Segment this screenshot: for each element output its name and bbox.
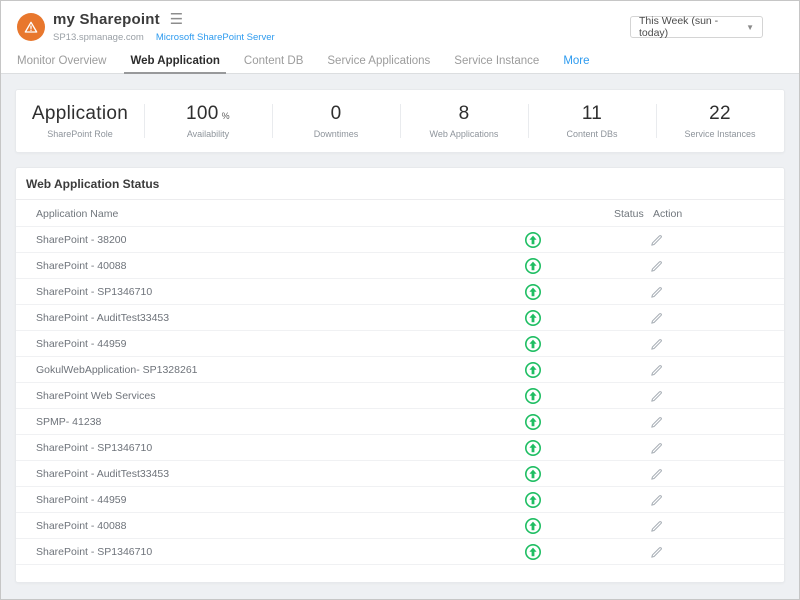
edit-pencil-icon[interactable] xyxy=(649,233,664,248)
status-up-icon xyxy=(525,466,541,482)
web-application-status-card: Web Application Status Application Name … xyxy=(15,167,785,583)
warning-triangle-icon xyxy=(23,19,39,35)
table-row: SharePoint - SP1346710 xyxy=(16,539,784,565)
status-up-icon xyxy=(525,440,541,456)
application-name: SharePoint - AuditTest33453 xyxy=(36,312,169,324)
status-up-icon xyxy=(525,414,541,430)
stat-value: 22 xyxy=(709,103,731,125)
table-row: SharePoint - 44959 xyxy=(16,487,784,513)
table-row: SharePoint - SP1346710 xyxy=(16,435,784,461)
monitor-title-block: my Sharepoint ☰ SP13.spmanage.com Micros… xyxy=(53,11,275,43)
edit-pencil-icon[interactable] xyxy=(649,519,664,534)
status-up-icon xyxy=(525,388,541,404)
edit-pencil-icon[interactable] xyxy=(649,545,664,560)
table-title: Web Application Status xyxy=(16,168,784,200)
stat-web-applications: 8 Web Applications xyxy=(400,90,528,152)
table-row: SharePoint Web Services xyxy=(16,383,784,409)
application-name: SharePoint - 40088 xyxy=(36,260,126,272)
status-up-icon xyxy=(525,492,541,508)
edit-pencil-icon[interactable] xyxy=(649,311,664,326)
application-name: SharePoint - SP1346710 xyxy=(36,546,152,558)
tab-web-application[interactable]: Web Application xyxy=(124,49,225,73)
stat-value: 11 xyxy=(582,103,602,125)
application-name: SPMP- 41238 xyxy=(36,416,101,428)
edit-pencil-icon[interactable] xyxy=(649,389,664,404)
table-row: SharePoint - 44959 xyxy=(16,331,784,357)
table-body: SharePoint - 38200 Share xyxy=(16,227,784,565)
tab-service-instance[interactable]: Service Instance xyxy=(448,49,545,73)
status-up-icon xyxy=(525,310,541,326)
status-up-icon xyxy=(525,284,541,300)
tab-content-db[interactable]: Content DB xyxy=(238,49,309,73)
table-header-row: Application Name Status Action xyxy=(16,200,784,227)
edit-pencil-icon[interactable] xyxy=(649,285,664,300)
edit-pencil-icon[interactable] xyxy=(649,363,664,378)
status-up-icon xyxy=(525,544,541,560)
monitor-type-link[interactable]: Microsoft SharePoint Server xyxy=(156,32,275,43)
period-selector-value: This Week (sun - today) xyxy=(639,15,746,39)
application-name: SharePoint - 40088 xyxy=(36,520,126,532)
chevron-down-icon: ▼ xyxy=(746,23,754,32)
edit-pencil-icon[interactable] xyxy=(649,493,664,508)
stat-label: Web Applications xyxy=(430,129,499,139)
summary-stats-card: Application SharePoint Role 100% Availab… xyxy=(15,89,785,153)
table-row: SPMP- 41238 xyxy=(16,409,784,435)
table-row: GokulWebApplication- SP1328261 xyxy=(16,357,784,383)
tab-bar: Monitor Overview Web Application Content… xyxy=(1,49,799,74)
status-up-icon xyxy=(525,258,541,274)
stat-sharepoint-role: Application SharePoint Role xyxy=(16,90,144,152)
stat-label: Content DBs xyxy=(566,129,617,139)
stat-value: 0 xyxy=(331,103,342,125)
application-name: SharePoint - SP1346710 xyxy=(36,286,152,298)
edit-pencil-icon[interactable] xyxy=(649,415,664,430)
status-up-icon xyxy=(525,232,541,248)
table-row: SharePoint - 40088 xyxy=(16,253,784,279)
stat-downtimes: 0 Downtimes xyxy=(272,90,400,152)
application-name: SharePoint - AuditTest33453 xyxy=(36,468,169,480)
stat-suffix: % xyxy=(222,111,230,121)
application-name: SharePoint - 44959 xyxy=(36,494,126,506)
stat-value: 100% xyxy=(186,103,230,125)
application-name: SharePoint - 38200 xyxy=(36,234,126,246)
application-name: SharePoint - 44959 xyxy=(36,338,126,350)
tab-monitor-overview[interactable]: Monitor Overview xyxy=(11,49,112,73)
menu-icon[interactable]: ☰ xyxy=(170,12,183,27)
column-application-name: Application Name xyxy=(36,208,118,220)
table-row: SharePoint - 38200 xyxy=(16,227,784,253)
edit-pencil-icon[interactable] xyxy=(649,467,664,482)
stat-label: Downtimes xyxy=(314,129,359,139)
stat-label: SharePoint Role xyxy=(47,129,113,139)
tab-service-applications[interactable]: Service Applications xyxy=(321,49,436,73)
stat-label: Service Instances xyxy=(684,129,755,139)
stat-service-instances: 22 Service Instances xyxy=(656,90,784,152)
edit-pencil-icon[interactable] xyxy=(649,441,664,456)
stat-label: Availability xyxy=(187,129,229,139)
monitor-logo xyxy=(17,13,45,41)
application-name: SharePoint Web Services xyxy=(36,390,155,402)
column-action: Action xyxy=(653,208,682,220)
table-row: SharePoint - AuditTest33453 xyxy=(16,305,784,331)
app-window: my Sharepoint ☰ SP13.spmanage.com Micros… xyxy=(0,0,800,600)
content-area: Application SharePoint Role 100% Availab… xyxy=(1,74,799,599)
table-row: SharePoint - 40088 xyxy=(16,513,784,539)
status-up-icon xyxy=(525,336,541,352)
application-name: SharePoint - SP1346710 xyxy=(36,442,152,454)
stat-availability: 100% Availability xyxy=(144,90,272,152)
tab-more[interactable]: More xyxy=(557,49,595,73)
stat-value: 8 xyxy=(459,103,470,125)
table-row: SharePoint - SP1346710 xyxy=(16,279,784,305)
column-status: Status xyxy=(614,208,644,220)
application-name: GokulWebApplication- SP1328261 xyxy=(36,364,198,376)
period-selector[interactable]: This Week (sun - today) ▼ xyxy=(630,16,763,38)
stat-value: Application xyxy=(32,103,128,125)
status-up-icon xyxy=(525,518,541,534)
monitor-header: my Sharepoint ☰ SP13.spmanage.com Micros… xyxy=(1,1,799,49)
stat-content-dbs: 11 Content DBs xyxy=(528,90,656,152)
edit-pencil-icon[interactable] xyxy=(649,337,664,352)
table-row: SharePoint - AuditTest33453 xyxy=(16,461,784,487)
edit-pencil-icon[interactable] xyxy=(649,259,664,274)
page-title: my Sharepoint xyxy=(53,11,160,28)
monitor-host: SP13.spmanage.com xyxy=(53,32,144,43)
status-up-icon xyxy=(525,362,541,378)
